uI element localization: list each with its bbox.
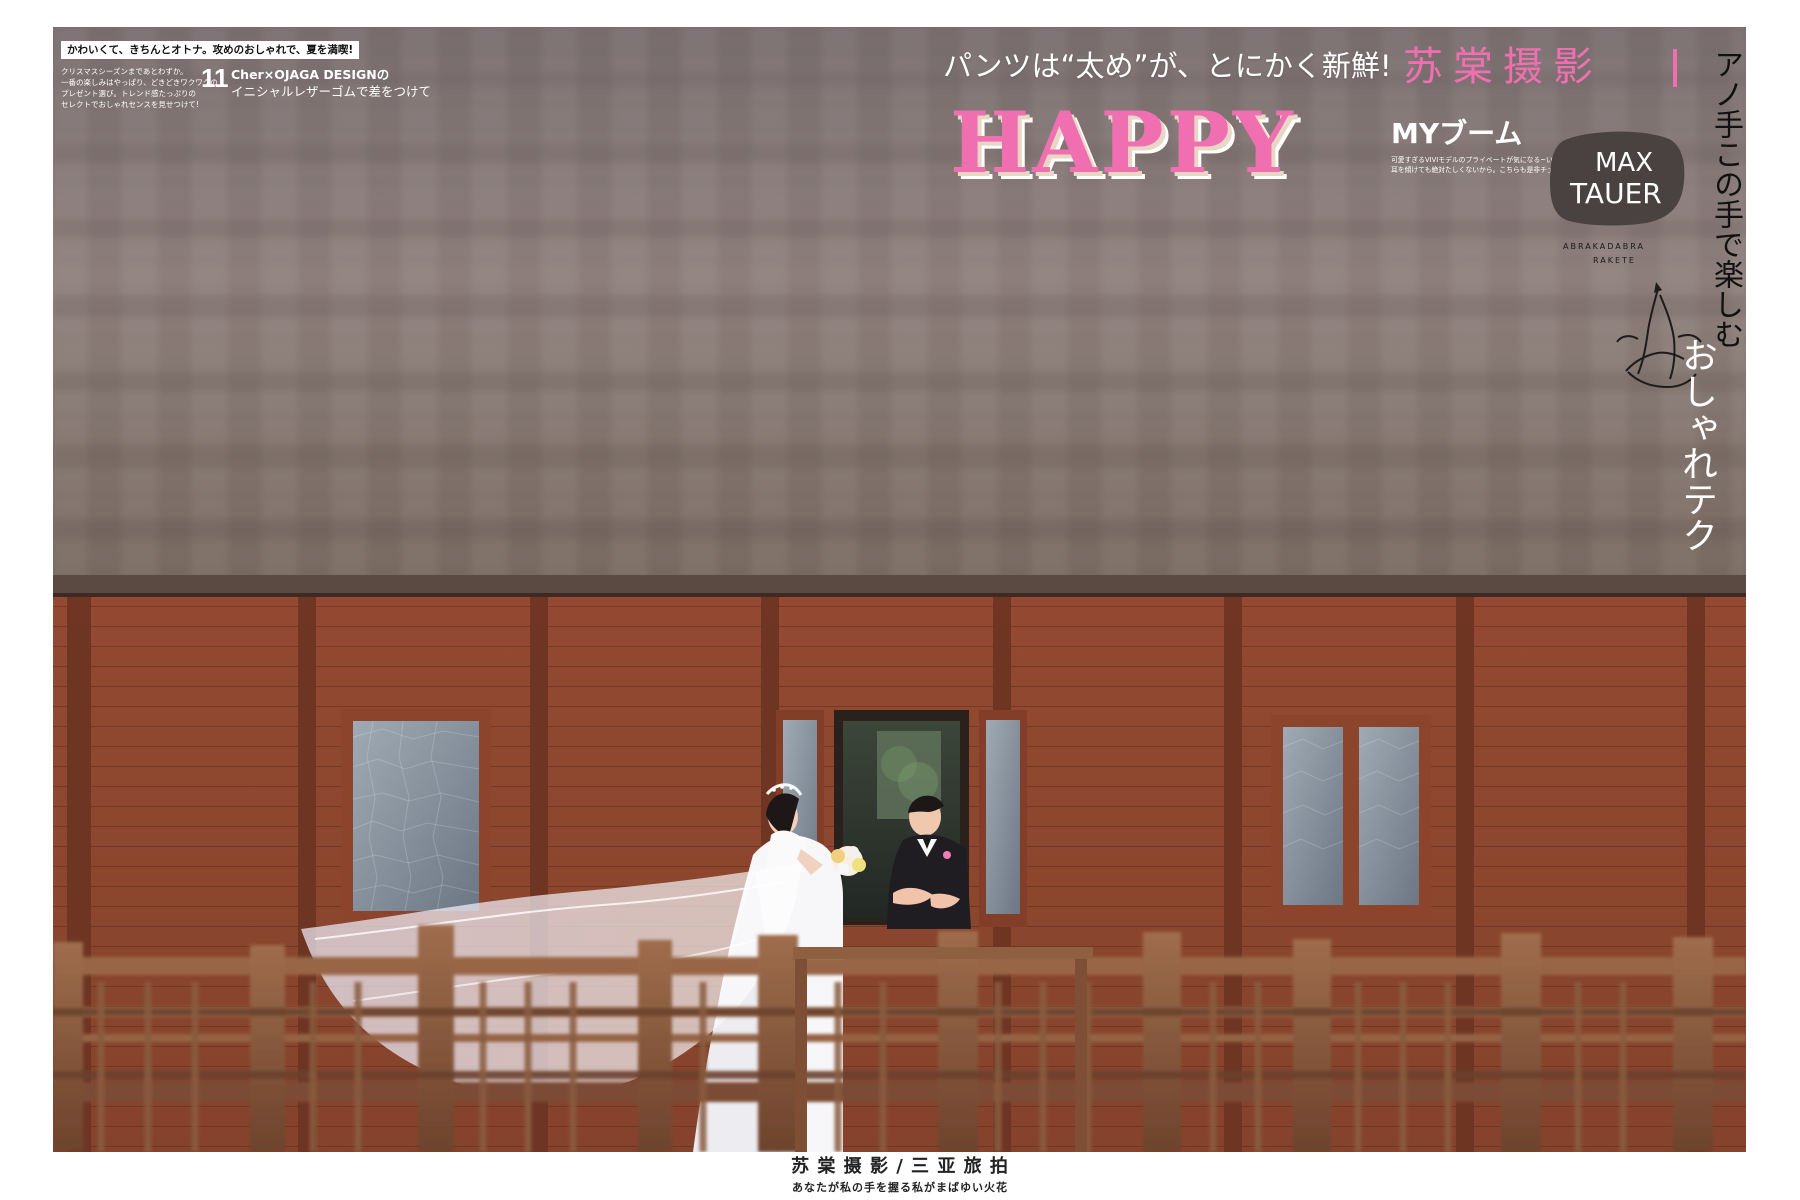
badge-caption-2: RAKETE: [1593, 256, 1636, 265]
footer-sub-text: あなたが私の手を握る私がまばゆい火花: [792, 1181, 1008, 1194]
title-accent-bar: [1673, 49, 1677, 87]
my-boom-title: MYブーム: [1391, 117, 1523, 150]
studio-title: 苏棠摄影: [1403, 44, 1603, 90]
happy-title: HAPPY: [950, 93, 1296, 192]
badge-line-1: MAX: [1595, 148, 1653, 178]
wedding-photo: かわいくて、きちんとオトナ。攻めのおしゃれで、夏を満喫! クリスマスシーズンまで…: [53, 27, 1746, 1152]
scene-illustration: [53, 27, 1746, 1152]
small-intro-line-4: セレクトでおしゃれセンスを見せつけて!: [61, 100, 199, 109]
brand-line-1: Cher×OJAGA DESIGNの: [231, 67, 390, 82]
badge-caption-1: ABRAKADABRA: [1563, 242, 1645, 251]
brand-copy: Cher×OJAGA DESIGNの イニシャルレザーゴムで差をつけて: [231, 66, 431, 100]
small-intro-copy: クリスマスシーズンまであとわずか。 一番の楽しみはやっぱり、どきどきワクワクの …: [61, 66, 218, 110]
badge-line-2: TAUER: [1569, 177, 1662, 210]
brand-line-2: イニシャルレザーゴムで差をつけて: [231, 84, 432, 99]
vertical-copy-line-1: アノ手この手で楽しむ: [1708, 49, 1743, 349]
small-intro-line-1: クリスマスシーズンまであとわずか。: [61, 67, 188, 76]
vertical-copy-line-2: おしゃれテク: [1676, 337, 1717, 553]
japanese-headline: パンツは“太め”が、とにかく新鮮!: [943, 49, 1392, 83]
issue-number: 11: [201, 63, 229, 93]
small-intro-line-2: 一番の楽しみはやっぱり、どきどきワクワクの: [61, 78, 218, 87]
small-intro-line-3: プレゼント選び。トレンド感たっぷりの: [61, 89, 196, 98]
vertical-copy: アノ手この手で楽しむ おしゃれテク: [1676, 47, 1746, 607]
top-tag-line: かわいくて、きちんとオトナ。攻めのおしゃれで、夏を満喫!: [61, 41, 360, 59]
footer-main-text: 苏 棠 摄 影 / 三 亚 旅 拍: [791, 1156, 1009, 1177]
max-tauer-badge: MAX TAUER ABRAKADABRA RAKETE: [1550, 131, 1685, 265]
